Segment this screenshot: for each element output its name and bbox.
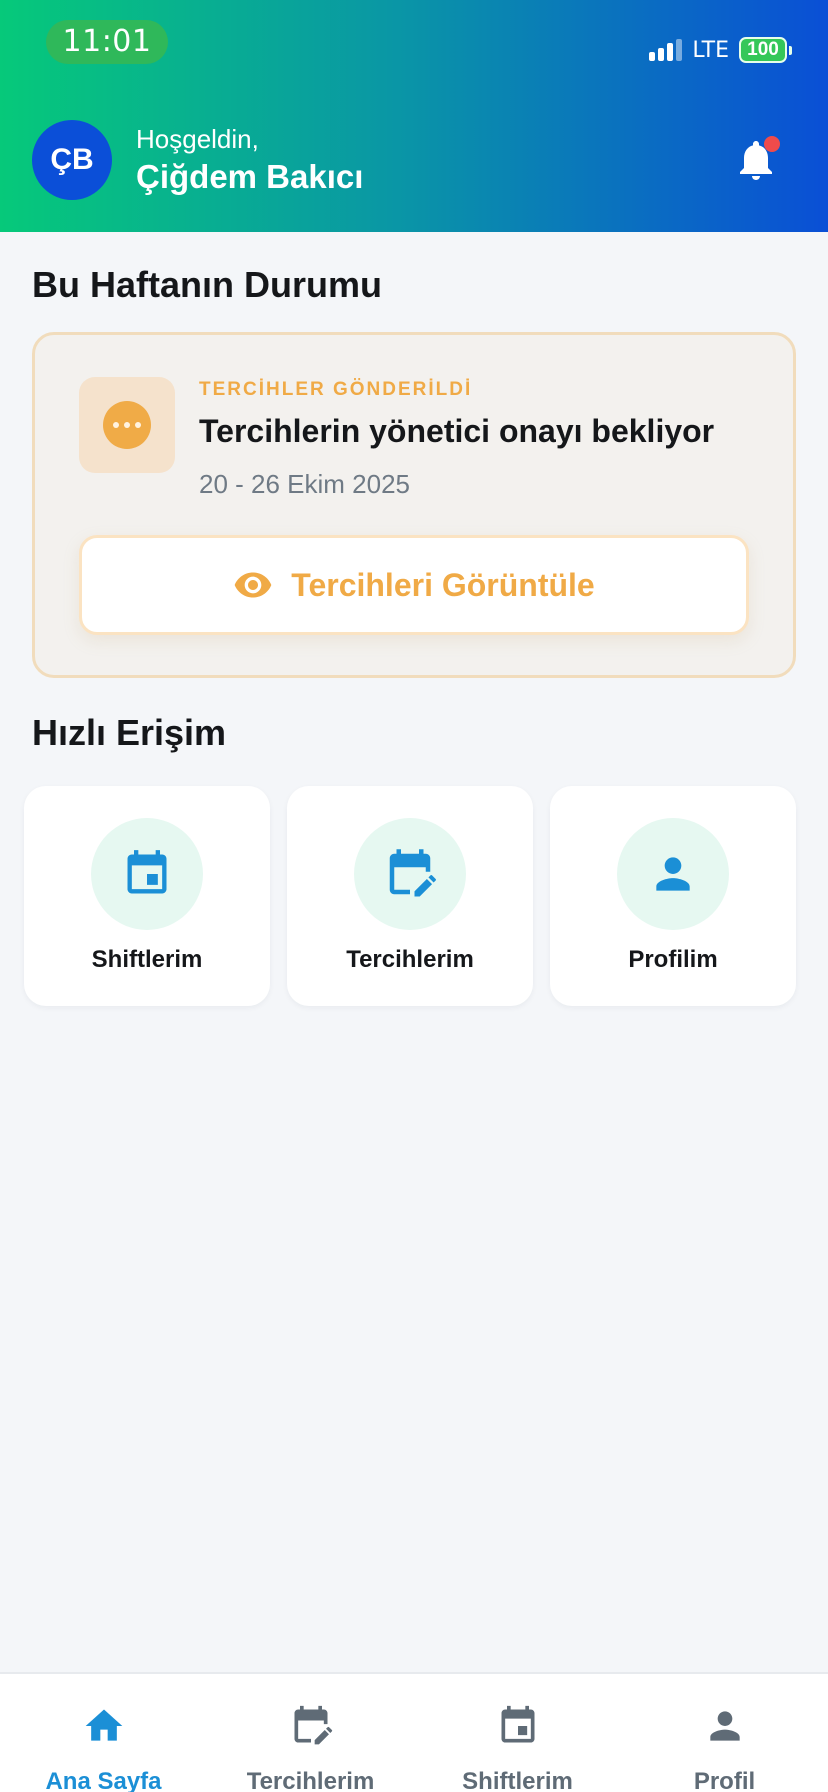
more-horizontal-icon	[103, 401, 151, 449]
quick-access-label: Shiftlerim	[91, 946, 203, 973]
tab-label: Ana Sayfa	[45, 1768, 162, 1792]
network-type: LTE	[692, 37, 729, 63]
quick-access-title: Hızlı Erişim	[32, 712, 227, 753]
calendar-edit-icon	[294, 1705, 332, 1745]
pending-status-icon-box	[79, 377, 175, 473]
tab-profile[interactable]: Profil	[621, 1674, 828, 1792]
greeting-text: Hoşgeldin,	[136, 124, 259, 154]
status-heading: Tercihlerin yönetici onayı bekliyor	[199, 413, 715, 449]
quick-access-label: Tercihlerim	[346, 946, 474, 973]
quick-access-shifts[interactable]: Shiftlerim	[24, 786, 270, 1006]
battery-level: 100	[739, 37, 787, 63]
quick-access-profile[interactable]: Profilim	[550, 786, 796, 1006]
person-icon	[709, 1711, 740, 1741]
tab-label: Shiftlerim	[462, 1768, 573, 1792]
status-bar-indicators: LTE 100	[649, 36, 792, 64]
tab-label: Profil	[693, 1768, 756, 1792]
weekly-status-title: Bu Haftanın Durumu	[32, 264, 382, 305]
status-time: 11:01	[46, 20, 168, 64]
quick-access-label: Profilim	[628, 946, 718, 973]
calendar-icon	[501, 1705, 534, 1743]
person-icon	[656, 857, 690, 891]
status-date-range: 20 - 26 Ekim 2025	[199, 469, 411, 499]
quick-access-preferences[interactable]: Tercihlerim	[287, 786, 533, 1006]
app-header: 11:01 LTE 100 ÇB Hoşgeldin, Çiğdem Bakıc…	[0, 0, 828, 232]
calendar-edit-icon	[389, 849, 436, 897]
calendar-icon	[127, 850, 167, 894]
tab-shifts[interactable]: Shiftlerim	[414, 1674, 621, 1792]
tab-home[interactable]: Ana Sayfa	[0, 1674, 207, 1792]
status-eyebrow: TERCİHLER GÖNDERİLDİ	[199, 379, 473, 400]
battery-icon: 100	[739, 37, 792, 63]
tab-label: Tercihlerim	[246, 1768, 375, 1792]
weekly-status-card: TERCİHLER GÖNDERİLDİ Tercihlerin yönetic…	[32, 332, 796, 678]
signal-icon	[649, 39, 683, 61]
avatar[interactable]: ÇB	[32, 120, 112, 200]
notification-badge	[764, 136, 780, 152]
view-preferences-label: Tercihleri Görüntüle	[291, 566, 595, 603]
view-preferences-button[interactable]: Tercihleri Görüntüle	[79, 535, 749, 635]
tab-preferences[interactable]: Tercihlerim	[207, 1674, 414, 1792]
home-icon	[85, 1709, 122, 1741]
user-name: Çiğdem Bakıcı	[136, 158, 364, 195]
bottom-tab-bar: Ana Sayfa Tercihlerim Shiftlerim Profil	[0, 1672, 828, 1792]
eye-icon	[234, 572, 272, 598]
